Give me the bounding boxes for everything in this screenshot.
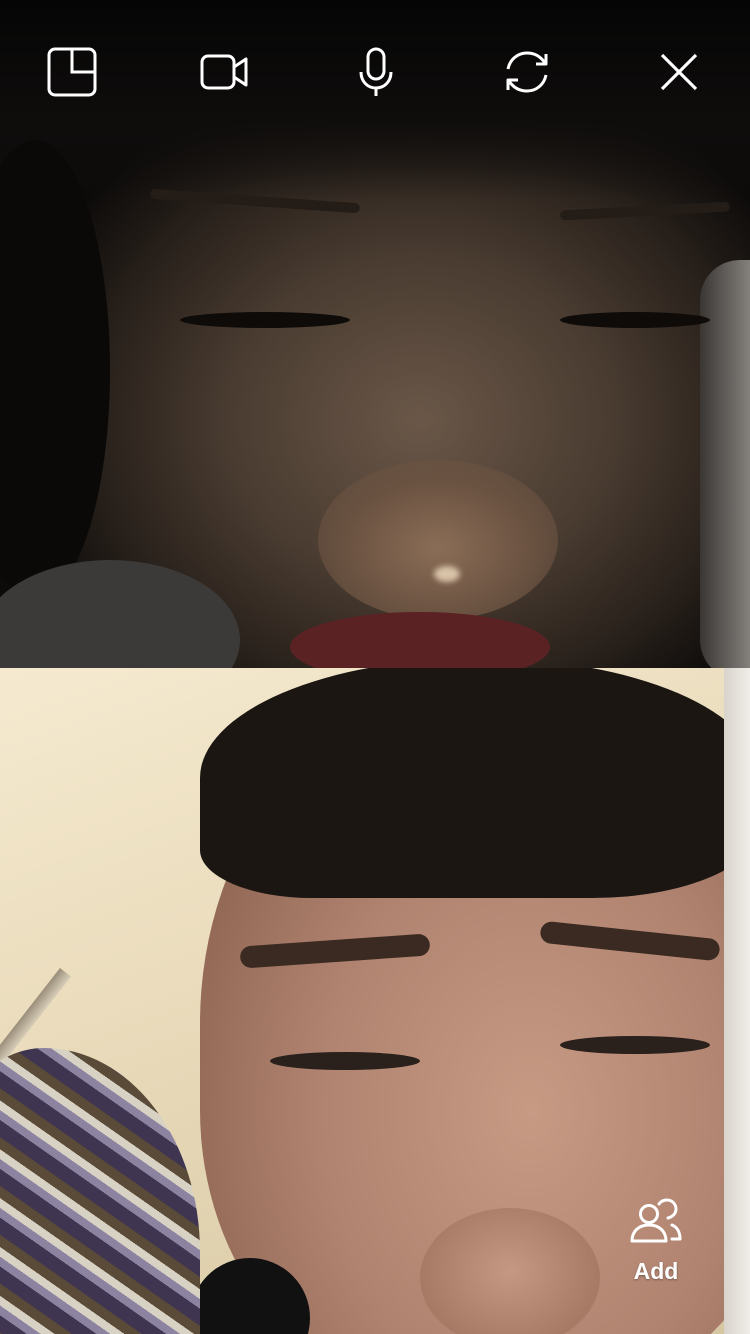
self-right-eye: [560, 1036, 710, 1054]
self-wall-edge: [724, 668, 750, 1334]
video-camera-icon: [200, 54, 248, 90]
add-participant-button[interactable]: Add: [616, 1198, 696, 1308]
flip-camera-icon: [506, 51, 548, 93]
video-call-screen: Add: [0, 0, 750, 1334]
end-call-button[interactable]: [651, 44, 707, 100]
microphone-toggle-button[interactable]: [348, 44, 404, 100]
call-toolbar: [0, 44, 750, 100]
people-add-icon: [630, 1198, 682, 1243]
remote-shoulder: [0, 560, 240, 668]
picture-in-picture-button[interactable]: [44, 44, 100, 100]
remote-lips: [290, 612, 550, 668]
self-left-eye: [270, 1052, 420, 1070]
remote-right-eye: [560, 312, 710, 328]
add-participant-label: Add: [633, 1258, 679, 1284]
remote-nose-highlight: [434, 566, 460, 582]
remote-nose: [318, 460, 558, 620]
microphone-icon: [359, 47, 393, 96]
self-hair: [200, 668, 750, 898]
picture-in-picture-icon: [47, 47, 97, 97]
flip-camera-button[interactable]: [499, 44, 555, 100]
remote-video-feed[interactable]: [0, 0, 750, 668]
remote-hair-side: [0, 140, 110, 600]
remote-right-brow: [559, 201, 731, 221]
close-icon: [660, 53, 698, 91]
remote-hair: [0, 0, 750, 200]
self-blanket: [0, 1048, 200, 1334]
remote-left-eye: [180, 312, 350, 328]
camera-toggle-button[interactable]: [196, 44, 252, 100]
